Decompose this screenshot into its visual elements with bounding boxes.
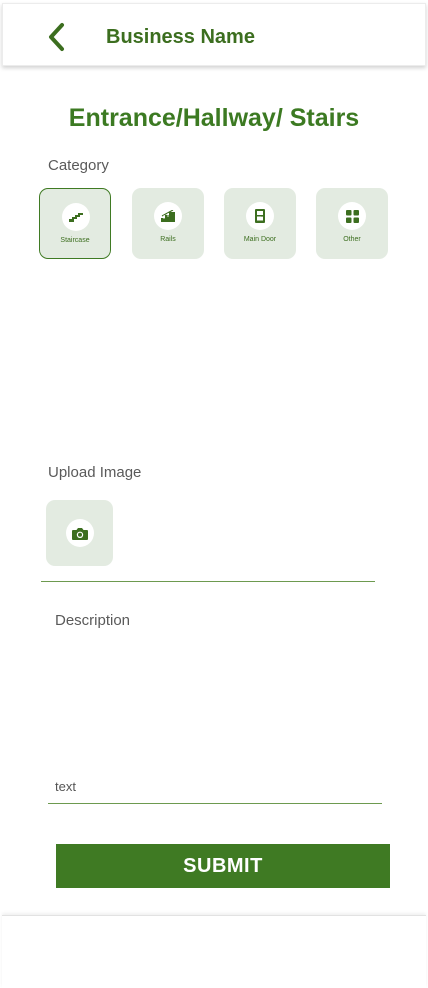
door-icon: [255, 209, 265, 223]
upload-image-label: Upload Image: [48, 464, 142, 481]
description-label: Description: [55, 612, 131, 629]
category-label: Category: [48, 157, 109, 174]
category-main-door[interactable]: Main Door: [224, 188, 296, 259]
bottom-bar: [2, 915, 426, 988]
app-header: Business Name: [2, 3, 426, 66]
header-title: Business Name: [106, 26, 255, 48]
divider: [41, 581, 375, 582]
chevron-left-icon: [49, 23, 64, 51]
stairs-icon: [69, 213, 83, 222]
grid-icon: [345, 209, 359, 223]
submit-button[interactable]: SUBMIT: [56, 844, 390, 888]
page-title: Entrance/Hallway/ Stairs: [68, 104, 360, 132]
category-other[interactable]: Other: [316, 188, 388, 259]
upload-image-button[interactable]: [46, 500, 113, 566]
description-input[interactable]: [48, 770, 382, 804]
category-item-label: Other: [343, 236, 361, 243]
category-rails[interactable]: Rails: [132, 188, 204, 259]
category-item-label: Rails: [160, 236, 176, 243]
category-item-label: Main Door: [243, 236, 277, 243]
rails-icon: [161, 210, 175, 222]
back-button[interactable]: [43, 20, 73, 56]
category-staircase[interactable]: Staircase: [39, 188, 111, 259]
camera-icon: [72, 527, 88, 540]
category-item-label: Staircase: [60, 237, 90, 244]
